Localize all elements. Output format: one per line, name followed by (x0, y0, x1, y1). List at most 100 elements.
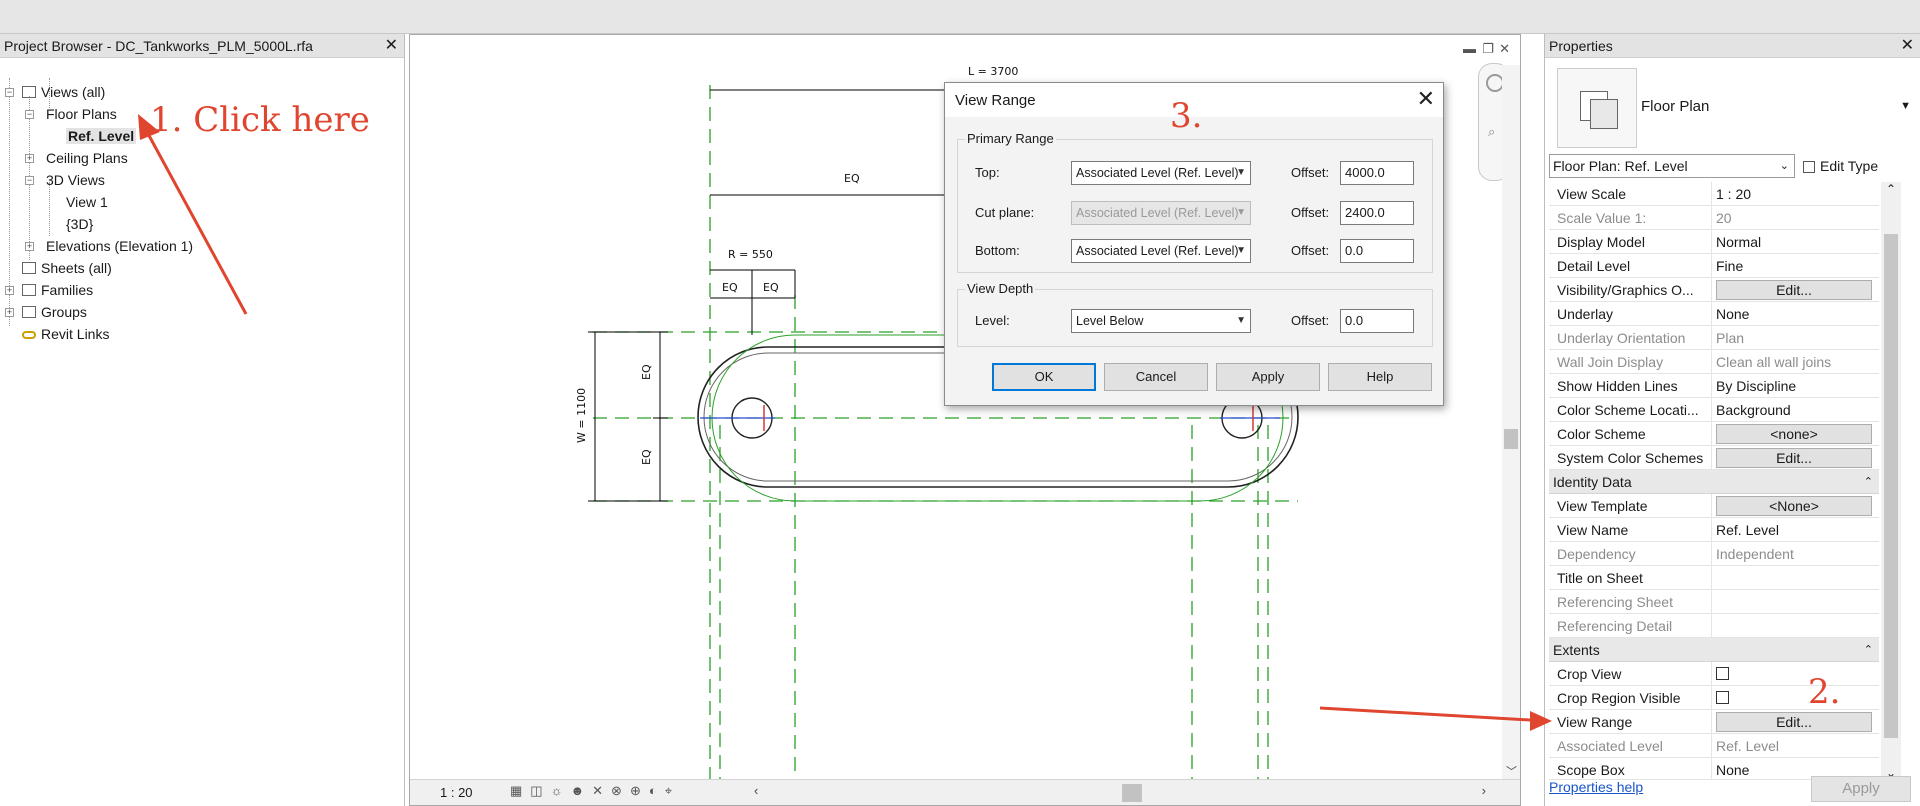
prop-row-associated-level: Associated Level Ref. Level (1549, 734, 1879, 758)
prop-row-color-scheme-location[interactable]: Color Scheme Locati... Background (1549, 398, 1879, 422)
prop-name: View Template (1557, 498, 1648, 514)
prop-row-detail-level[interactable]: Detail Level Fine (1549, 254, 1879, 278)
tree-item-3d[interactable]: {3D} (66, 214, 93, 234)
cancel-button[interactable]: Cancel (1104, 363, 1208, 391)
scrollbar-thumb[interactable] (1884, 234, 1898, 738)
crop-view-checkbox[interactable] (1716, 667, 1729, 680)
depth-level-select[interactable]: Level Below ▼ (1071, 309, 1251, 333)
top-offset-input[interactable]: 4000.0 (1340, 161, 1414, 185)
color-scheme-button[interactable]: <none> (1716, 424, 1872, 444)
scrollbar-thumb[interactable] (1504, 429, 1518, 449)
tree-item-ceiling-plans[interactable]: Ceiling Plans (46, 148, 128, 168)
close-icon[interactable]: ✕ (385, 34, 398, 58)
tree-label: Sheets (all) (41, 260, 112, 276)
properties-title: Properties (1549, 38, 1613, 54)
prop-row-underlay[interactable]: Underlay None (1549, 302, 1879, 326)
prop-value[interactable]: Fine (1711, 254, 1879, 278)
close-icon[interactable]: ✕ (1499, 41, 1510, 57)
identity-data-group[interactable]: Identity Data ⌃ (1549, 470, 1879, 494)
chevron-down-icon[interactable]: ﹀ (1506, 763, 1517, 779)
prop-row-view-name[interactable]: View Name Ref. Level (1549, 518, 1879, 542)
tree-item-groups[interactable]: Groups (22, 302, 87, 322)
properties-apply-button[interactable]: Apply (1811, 776, 1911, 802)
prop-value[interactable]: By Discipline (1711, 374, 1879, 398)
tree-item-3d-views[interactable]: 3D Views (46, 170, 105, 190)
extents-group[interactable]: Extents ⌃ (1549, 638, 1879, 662)
system-color-edit-button[interactable]: Edit... (1716, 448, 1872, 468)
select-value: Floor Plan: Ref. Level (1553, 158, 1688, 174)
collapse-icon[interactable]: − (25, 110, 34, 119)
view-range-edit-button[interactable]: Edit... (1716, 712, 1872, 732)
view-template-button[interactable]: <None> (1716, 496, 1872, 516)
view-control-bar: 1 : 20 ▦◫☼☻✕⊗⊕◐⌖ ‹ › (410, 779, 1520, 805)
expand-icon[interactable]: + (25, 154, 34, 163)
prop-row-visibility-graphics: Visibility/Graphics O... Edit... (1549, 278, 1879, 302)
expand-icon[interactable]: + (5, 308, 14, 317)
cut-plane-select[interactable]: Associated Level (Ref. Level) ▼ (1071, 201, 1251, 225)
prop-name: Show Hidden Lines (1557, 378, 1678, 394)
depth-offset-input[interactable]: 0.0 (1340, 309, 1414, 333)
bottom-label: Bottom: (975, 243, 1020, 258)
close-icon[interactable]: ✕ (1417, 87, 1435, 111)
groups-icon (22, 306, 36, 319)
ok-button[interactable]: OK (992, 363, 1096, 391)
expand-icon[interactable]: + (25, 242, 34, 251)
prop-value[interactable]: 1 : 20 (1711, 182, 1879, 206)
tree-item-ref-level[interactable]: Ref. Level (66, 126, 137, 146)
properties-scrollbar[interactable]: ⌃ ⌄ (1881, 182, 1901, 780)
tree-item-floor-plans[interactable]: Floor Plans (46, 104, 117, 124)
tree-item-revit-links[interactable]: Revit Links (22, 324, 109, 344)
bottom-level-select[interactable]: Associated Level (Ref. Level) ▼ (1071, 239, 1251, 263)
expand-icon[interactable]: + (5, 286, 14, 295)
help-button[interactable]: Help (1328, 363, 1432, 391)
edit-type-button[interactable]: Edit Type (1803, 154, 1878, 178)
prop-value[interactable]: Normal (1711, 230, 1879, 254)
tree-item-elevations[interactable]: Elevations (Elevation 1) (46, 236, 193, 256)
offset-label: Offset: (1291, 243, 1330, 258)
minimize-icon[interactable]: ▬ (1463, 41, 1476, 56)
prop-row-title-on-sheet[interactable]: Title on Sheet (1549, 566, 1879, 590)
collapse-icon[interactable]: − (25, 176, 34, 185)
view-control-icons[interactable]: ▦◫☼☻✕⊗⊕◐⌖ (510, 783, 680, 799)
cut-plane-offset-input[interactable]: 2400.0 (1340, 201, 1414, 225)
restore-icon[interactable]: ❐ (1482, 41, 1494, 57)
prop-value[interactable]: Ref. Level (1711, 518, 1879, 542)
chevron-down-icon: ⌄ (1779, 160, 1789, 172)
properties-help-link[interactable]: Properties help (1549, 779, 1643, 795)
top-level-select[interactable]: Associated Level (Ref. Level) ▼ (1071, 161, 1251, 185)
type-name: Floor Plan (1641, 98, 1710, 115)
zoom-icon[interactable]: ⌕ (1488, 124, 1495, 140)
vertical-scrollbar[interactable]: ﹀ (1502, 65, 1520, 781)
apply-button[interactable]: Apply (1216, 363, 1320, 391)
prop-name: View Scale (1557, 186, 1627, 202)
visibility-edit-button[interactable]: Edit... (1716, 280, 1872, 300)
prop-value[interactable]: Background (1711, 398, 1879, 422)
chevron-left-icon[interactable]: ‹ (754, 783, 758, 798)
prop-row-show-hidden-lines[interactable]: Show Hidden Lines By Discipline (1549, 374, 1879, 398)
select-value: Level Below (1076, 314, 1144, 328)
prop-value[interactable]: None (1711, 302, 1879, 326)
view-scale-control[interactable]: 1 : 20 (440, 785, 473, 800)
tree-item-sheets[interactable]: Sheets (all) (22, 258, 112, 278)
tree-item-families[interactable]: Families (22, 280, 93, 300)
chevron-up-icon[interactable]: ⌃ (1886, 182, 1896, 196)
tree-label: Ref. Level (66, 128, 137, 144)
close-icon[interactable]: ✕ (1901, 34, 1914, 58)
horizontal-scroll-thumb[interactable] (1122, 784, 1142, 802)
prop-row-display-model[interactable]: Display Model Normal (1549, 230, 1879, 254)
bottom-offset-input[interactable]: 0.0 (1340, 239, 1414, 263)
prop-row-scale-value: Scale Value 1: 20 (1549, 206, 1879, 230)
instance-filter-select[interactable]: Floor Plan: Ref. Level ⌄ (1549, 154, 1795, 178)
collapse-icon[interactable]: − (5, 88, 14, 97)
prop-value[interactable] (1711, 566, 1879, 590)
edit-type-label: Edit Type (1820, 158, 1879, 174)
prop-name: Detail Level (1557, 258, 1631, 274)
prop-value (1711, 662, 1879, 686)
tree-item-views-all[interactable]: Views (all) (22, 82, 105, 102)
type-selector[interactable]: Floor Plan ▼ (1549, 66, 1915, 150)
tree-item-view-1[interactable]: View 1 (66, 192, 108, 212)
chevron-right-icon[interactable]: › (1482, 783, 1486, 798)
properties-title-bar: Properties ✕ (1545, 34, 1920, 58)
prop-row-view-scale[interactable]: View Scale 1 : 20 (1549, 182, 1879, 206)
crop-region-checkbox[interactable] (1716, 691, 1729, 704)
